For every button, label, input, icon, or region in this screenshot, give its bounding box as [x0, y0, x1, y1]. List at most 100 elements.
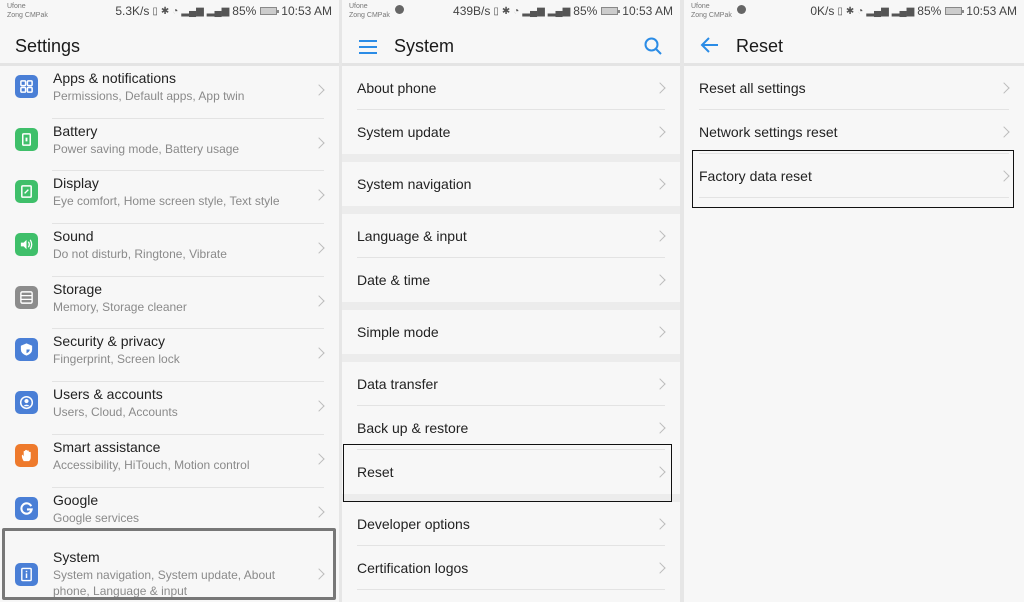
system-item-system-navigation[interactable]: System navigation	[342, 162, 680, 206]
item-title: Apps & notifications	[53, 70, 176, 86]
item-subtitle: System navigation, System update, About …	[53, 568, 276, 599]
clock: 10:53 AM	[622, 4, 673, 18]
battery-icon	[260, 7, 280, 15]
clock: 10:53 AM	[966, 4, 1017, 18]
item-subtitle: Eye comfort, Home screen style, Text sty…	[53, 194, 280, 209]
system-screen: Ufone Zong CMPak 439B/s ▯ ✱ ◔ ▂▄▆ ▂▄▆ 85…	[342, 0, 680, 602]
system-list: About phone System update System navigat…	[342, 66, 680, 590]
system-item-date-time[interactable]: Date & time	[342, 258, 680, 302]
item-title: Display	[53, 175, 99, 192]
chevron-right-icon	[654, 274, 666, 286]
system-item-simple-mode[interactable]: Simple mode	[342, 310, 680, 354]
chevron-right-icon	[654, 326, 666, 338]
settings-item-sound[interactable]: Sound Do not disturb, Ringtone, Vibrate	[0, 224, 339, 277]
shield-icon	[15, 338, 38, 362]
signal-icon: ▂▄▆	[522, 5, 545, 17]
item-label: Back up & restore	[357, 420, 469, 436]
settings-item-security[interactable]: Security & privacy Fingerprint, Screen l…	[0, 329, 339, 383]
section-separator	[342, 302, 680, 310]
carrier-names: Ufone Zong CMPak	[7, 2, 48, 20]
chevron-right-icon	[654, 126, 666, 138]
system-item-language-input[interactable]: Language & input	[342, 214, 680, 258]
wifi-icon: ◔	[513, 5, 520, 17]
chevron-right-icon	[313, 242, 325, 254]
status-indicators: 439B/s ▯ ✱ ◔ ▂▄▆ ▂▄▆ 85% 10:53 AM	[453, 4, 673, 18]
settings-item-battery[interactable]: Battery Power saving mode, Battery usage	[0, 118, 339, 172]
storage-icon	[15, 285, 38, 309]
item-subtitle: Fingerprint, Screen lock	[53, 352, 180, 367]
reset-item-reset-all-settings[interactable]: Reset all settings	[684, 66, 1024, 110]
chevron-right-icon	[313, 189, 325, 202]
chevron-right-icon	[313, 568, 325, 580]
back-arrow-icon[interactable]	[700, 35, 720, 55]
hand-icon	[15, 443, 38, 467]
item-label: Network settings reset	[699, 124, 838, 140]
chevron-right-icon	[654, 378, 666, 390]
item-label: Data transfer	[357, 376, 438, 392]
system-item-certification-logos[interactable]: Certification logos	[342, 546, 680, 590]
item-label: Certification logos	[357, 560, 469, 576]
signal-icon: ▂▄▆	[866, 5, 889, 17]
page-title: System	[394, 36, 455, 56]
item-label: Developer options	[357, 516, 470, 532]
item-subtitle: Permissions, Default apps, App twin	[53, 89, 245, 103]
chevron-right-icon	[654, 466, 666, 478]
item-label: Date & time	[357, 272, 431, 288]
network-speed: 0K/s	[810, 4, 835, 18]
item-title: Smart assistance	[53, 438, 161, 455]
chevron-right-icon	[998, 126, 1010, 138]
item-title: Google	[53, 491, 99, 508]
battery-percent: 85%	[917, 4, 942, 18]
settings-item-system[interactable]: System System navigation, System update,…	[0, 540, 339, 602]
system-item-system-update[interactable]: System update	[342, 110, 680, 154]
item-title: System	[53, 549, 100, 566]
notification-icon	[395, 5, 404, 14]
item-title: Security & privacy	[53, 333, 166, 350]
item-label: Factory data reset	[699, 168, 812, 184]
settings-item-apps[interactable]: Apps & notifications Permissions, Defaul…	[0, 66, 339, 119]
settings-item-smart-assistance[interactable]: Smart assistance Accessibility, HiTouch,…	[0, 434, 339, 488]
network-speed: 439B/s	[453, 4, 491, 18]
reset-screen: Ufone Zong CMPak 0K/s ▯ ✱ ◔ ▂▄▆ ▂▄▆ 85% …	[684, 0, 1024, 602]
network-speed: 5.3K/s	[115, 4, 150, 18]
display-icon	[15, 180, 38, 204]
chevron-right-icon	[313, 505, 325, 518]
reset-item-factory-data-reset[interactable]: Factory data reset	[684, 154, 1024, 198]
chevron-right-icon	[998, 82, 1010, 94]
search-icon[interactable]	[643, 36, 663, 56]
do-not-disturb-icon: ✱	[845, 5, 855, 17]
battery-icon	[945, 7, 965, 15]
chevron-right-icon	[998, 170, 1010, 182]
item-label: System update	[357, 124, 451, 140]
item-subtitle: Accessibility, HiTouch, Motion control	[53, 457, 250, 472]
notification-icon	[737, 5, 746, 14]
apps-icon	[15, 75, 38, 98]
wifi-icon: ◔	[857, 5, 864, 17]
carrier-2: Zong CMPak	[691, 12, 732, 19]
system-info-icon	[15, 563, 38, 587]
carrier-1: Ufone	[349, 3, 368, 10]
settings-item-google[interactable]: Google Google services	[0, 487, 339, 541]
sound-icon	[15, 233, 38, 257]
system-item-data-transfer[interactable]: Data transfer	[342, 362, 680, 406]
app-bar: Reset	[684, 24, 1024, 66]
system-item-developer-options[interactable]: Developer options	[342, 502, 680, 546]
battery-icon	[601, 7, 621, 15]
chevron-right-icon	[654, 422, 666, 434]
settings-item-display[interactable]: Display Eye comfort, Home screen style, …	[0, 171, 339, 225]
chevron-right-icon	[654, 518, 666, 530]
user-icon	[15, 391, 38, 415]
carrier-2: Zong CMPak	[7, 12, 48, 19]
status-bar: Ufone Zong CMPak 0K/s ▯ ✱ ◔ ▂▄▆ ▂▄▆ 85% …	[684, 0, 1024, 24]
status-bar: Ufone Zong CMPak 439B/s ▯ ✱ ◔ ▂▄▆ ▂▄▆ 85…	[342, 0, 680, 24]
settings-item-users[interactable]: Users & accounts Users, Cloud, Accounts	[0, 382, 339, 435]
section-separator	[342, 154, 680, 162]
system-item-reset[interactable]: Reset	[342, 450, 680, 494]
chevron-right-icon	[313, 295, 325, 307]
section-separator	[342, 354, 680, 362]
system-item-about-phone[interactable]: About phone	[342, 66, 680, 110]
menu-icon[interactable]	[359, 40, 377, 54]
reset-item-network-settings-reset[interactable]: Network settings reset	[684, 110, 1024, 154]
settings-item-storage[interactable]: Storage Memory, Storage cleaner	[0, 276, 339, 330]
system-item-backup-restore[interactable]: Back up & restore	[342, 406, 680, 450]
